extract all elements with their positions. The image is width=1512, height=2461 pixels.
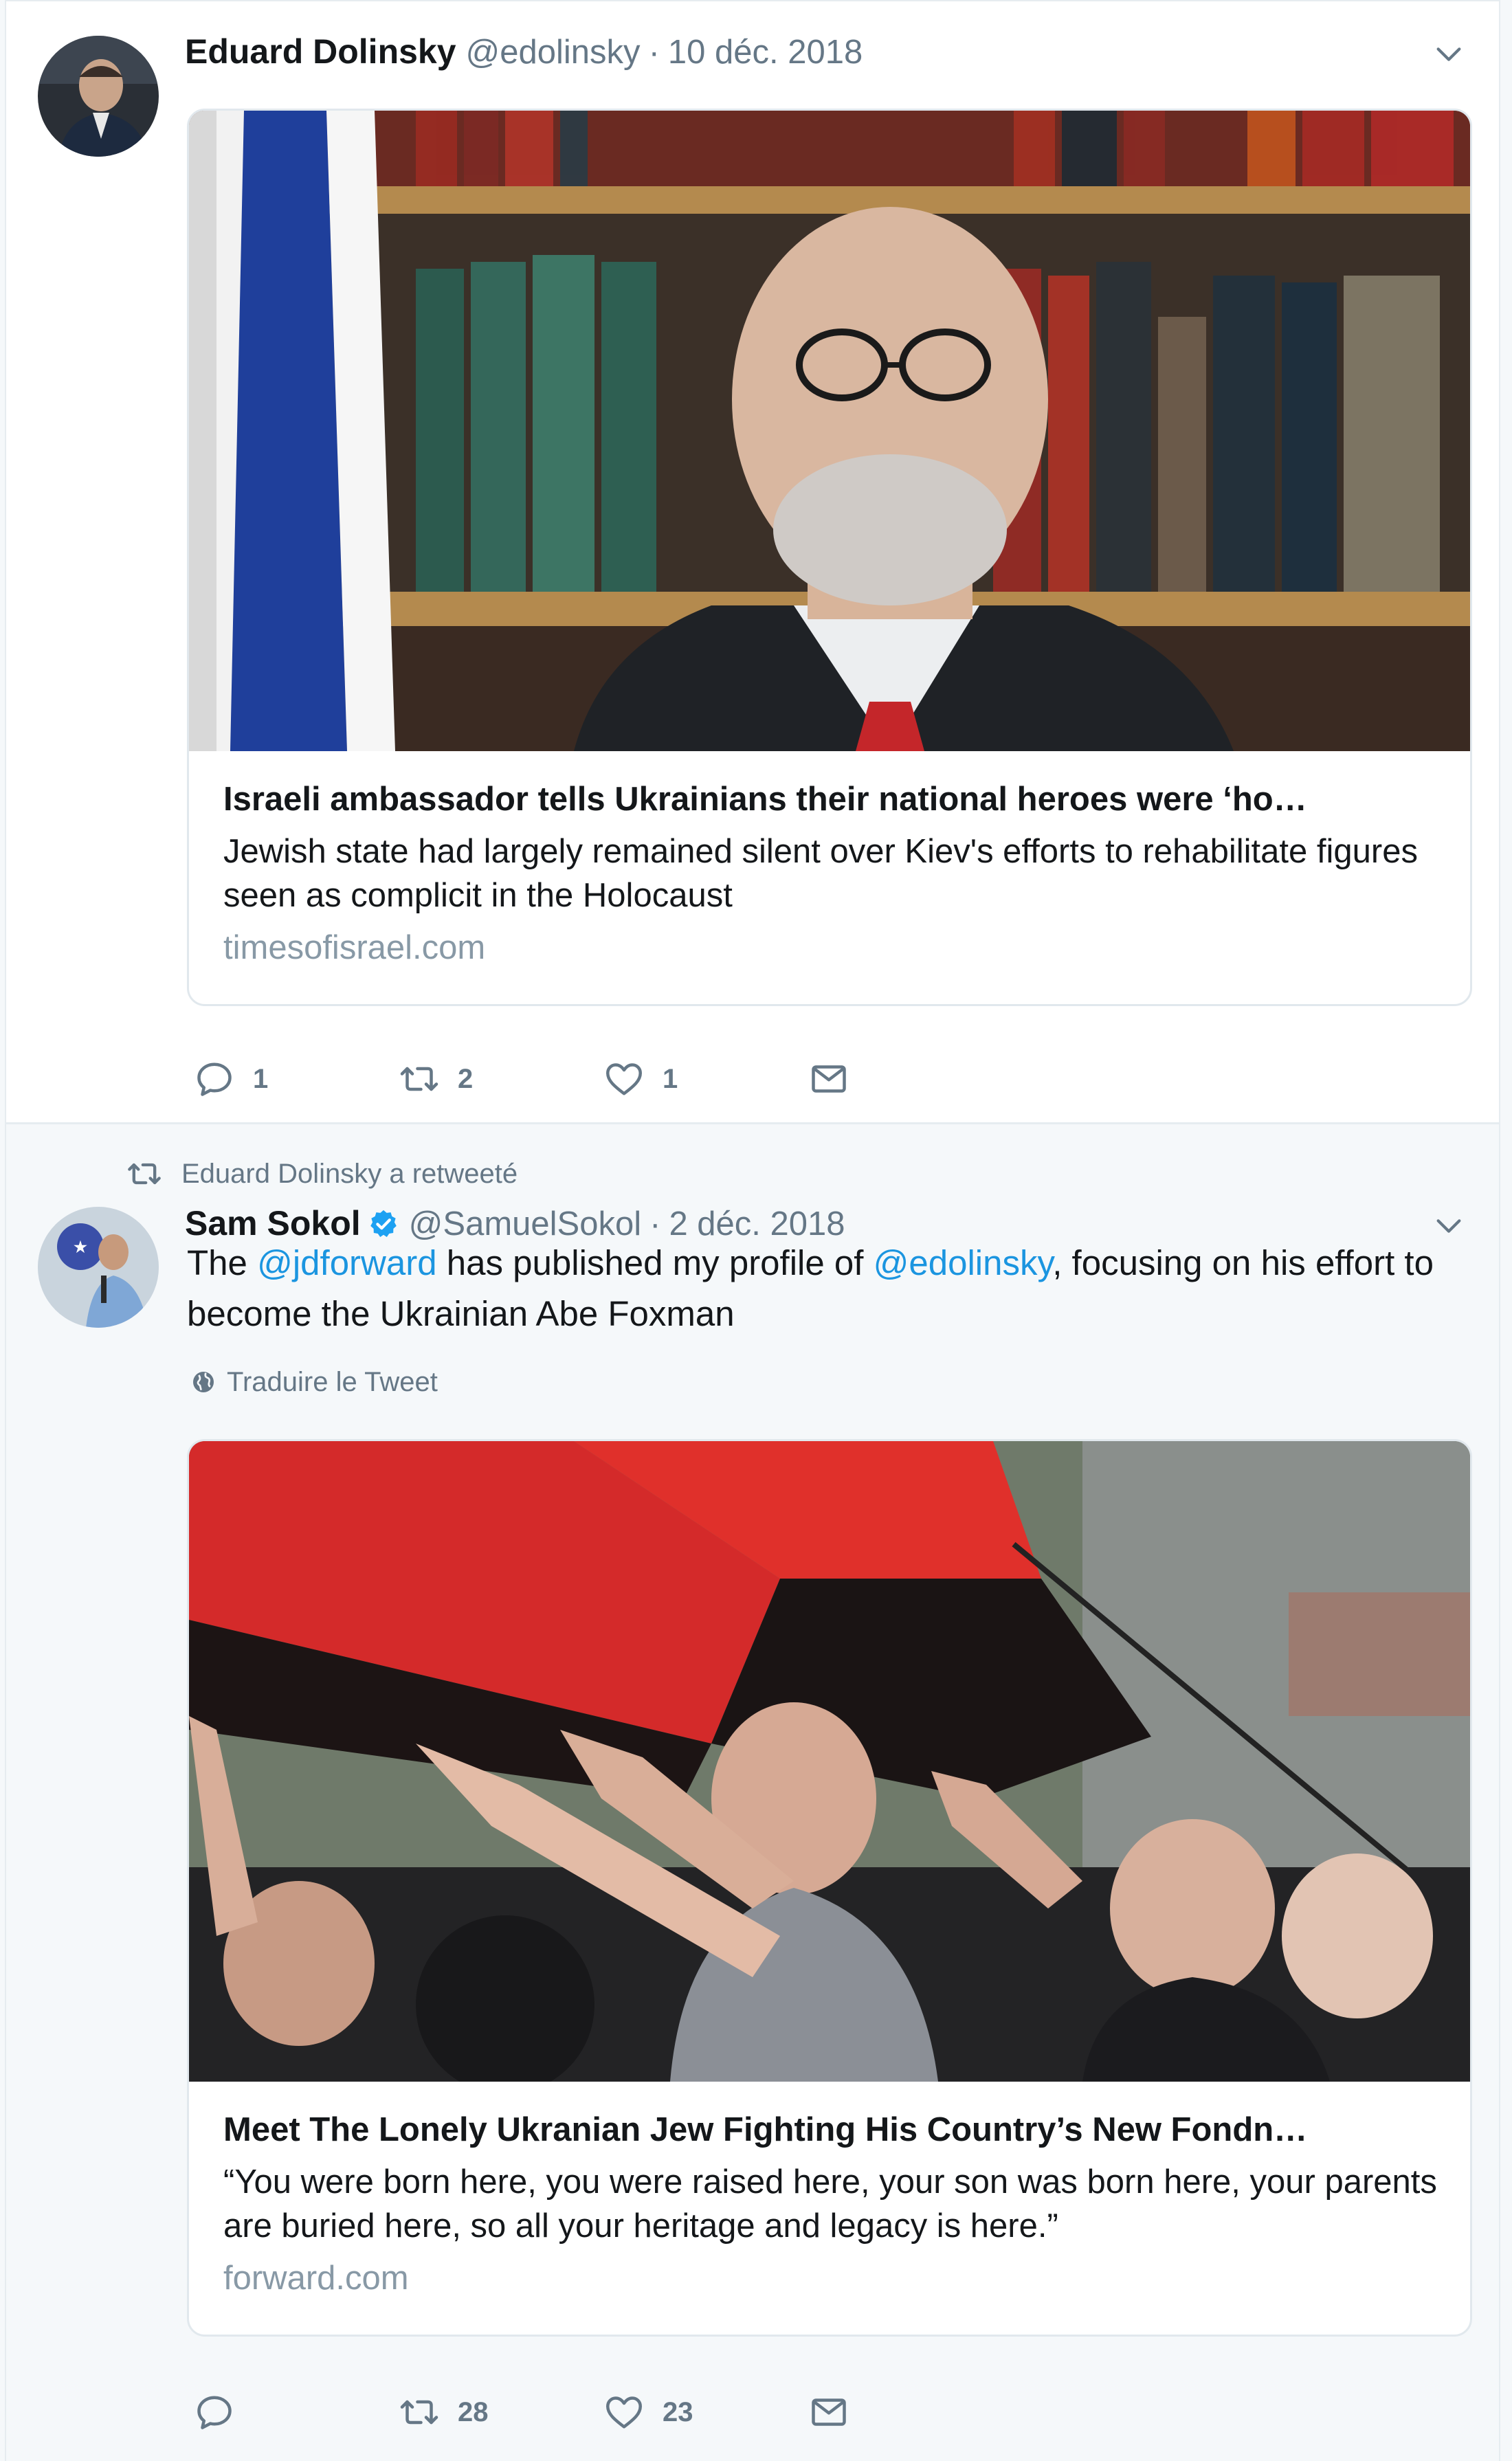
retweet-button[interactable]: 28 bbox=[399, 2392, 603, 2433]
tweet-text-segment: has published my profile of bbox=[436, 1243, 874, 1282]
like-icon bbox=[606, 1063, 642, 1095]
link-card[interactable]: Meet The Lonely Ukranian Jew Fighting Hi… bbox=[187, 1439, 1472, 2337]
author-handle[interactable]: @edolinsky bbox=[466, 33, 641, 71]
tweet-text-segment: The bbox=[187, 1243, 258, 1282]
tweet-text: The @jdforward has published my profile … bbox=[187, 1238, 1445, 1339]
author-name[interactable]: Eduard Dolinsky bbox=[185, 32, 456, 71]
mention-link[interactable]: @jdforward bbox=[257, 1243, 437, 1282]
tweet-actions: 28 23 bbox=[194, 2385, 1013, 2440]
verified-icon bbox=[370, 1210, 397, 1237]
direct-message-icon bbox=[812, 1065, 846, 1093]
card-body: Israeli ambassador tells Ukrainians thei… bbox=[189, 751, 1470, 970]
direct-message-button[interactable] bbox=[808, 1058, 1013, 1100]
card-description: “You were born here, you were raised her… bbox=[223, 2163, 1437, 2245]
retweet-icon bbox=[400, 1067, 438, 1091]
retweet-context-text[interactable]: Eduard Dolinsky a retweeté bbox=[181, 1159, 518, 1190]
tweet-date[interactable]: 10 déc. 2018 bbox=[668, 33, 863, 71]
retweet-icon bbox=[128, 1163, 161, 1185]
direct-message-button[interactable] bbox=[808, 2392, 1013, 2433]
timeline: Eduard Dolinsky @edolinsky · 10 déc. 201… bbox=[5, 0, 1500, 2461]
retweet-button[interactable]: 2 bbox=[399, 1058, 603, 1100]
like-button[interactable]: 1 bbox=[603, 1058, 808, 1100]
reply-button[interactable] bbox=[194, 2392, 399, 2433]
tweet[interactable]: Eduard Dolinsky a retweeté ★ Sam Sokol @… bbox=[6, 1124, 1499, 2461]
globe-icon bbox=[193, 1372, 214, 1392]
retweet-count: 2 bbox=[458, 1063, 474, 1094]
author-avatar[interactable] bbox=[38, 36, 159, 157]
link-card[interactable]: Israeli ambassador tells Ukrainians thei… bbox=[187, 109, 1472, 1006]
translate-tweet-label[interactable]: Traduire le Tweet bbox=[227, 1367, 438, 1398]
card-title: Israeli ambassador tells Ukrainians thei… bbox=[223, 781, 1307, 818]
separator: · bbox=[648, 34, 660, 71]
retweet-icon bbox=[400, 2400, 438, 2425]
reply-button[interactable]: 1 bbox=[194, 1058, 399, 1100]
tweet-header: Eduard Dolinsky @edolinsky · 10 déc. 201… bbox=[185, 32, 863, 73]
tweet[interactable]: Eduard Dolinsky @edolinsky · 10 déc. 201… bbox=[6, 0, 1499, 1124]
retweet-count: 28 bbox=[458, 2396, 489, 2427]
reply-icon bbox=[197, 1062, 232, 1096]
reply-icon bbox=[197, 2396, 232, 2429]
direct-message-icon bbox=[812, 2398, 846, 2426]
card-domain: timesofisrael.com bbox=[223, 929, 486, 966]
card-image bbox=[189, 1441, 1470, 2082]
card-body: Meet The Lonely Ukranian Jew Fighting Hi… bbox=[189, 2082, 1470, 2300]
card-title: Meet The Lonely Ukranian Jew Fighting Hi… bbox=[223, 2111, 1308, 2148]
retweet-context: Eduard Dolinsky a retweeté bbox=[126, 1153, 518, 1194]
mention-link[interactable]: @edolinsky bbox=[874, 1243, 1053, 1282]
like-count: 1 bbox=[663, 1063, 678, 1094]
card-domain: forward.com bbox=[223, 2260, 409, 2297]
card-image bbox=[189, 111, 1470, 751]
translate-tweet-link[interactable]: Traduire le Tweet bbox=[190, 1365, 438, 1399]
like-button[interactable]: 23 bbox=[603, 2392, 808, 2433]
card-description: Jewish state had largely remained silent… bbox=[223, 833, 1418, 914]
svg-text:★: ★ bbox=[74, 1238, 87, 1256]
caret-down-icon[interactable] bbox=[1433, 38, 1465, 70]
tweet-actions: 1 2 1 bbox=[194, 1051, 1013, 1106]
like-count: 23 bbox=[663, 2396, 693, 2427]
like-icon bbox=[606, 2396, 642, 2429]
author-avatar[interactable]: ★ bbox=[38, 1207, 159, 1328]
reply-count: 1 bbox=[253, 1063, 269, 1094]
